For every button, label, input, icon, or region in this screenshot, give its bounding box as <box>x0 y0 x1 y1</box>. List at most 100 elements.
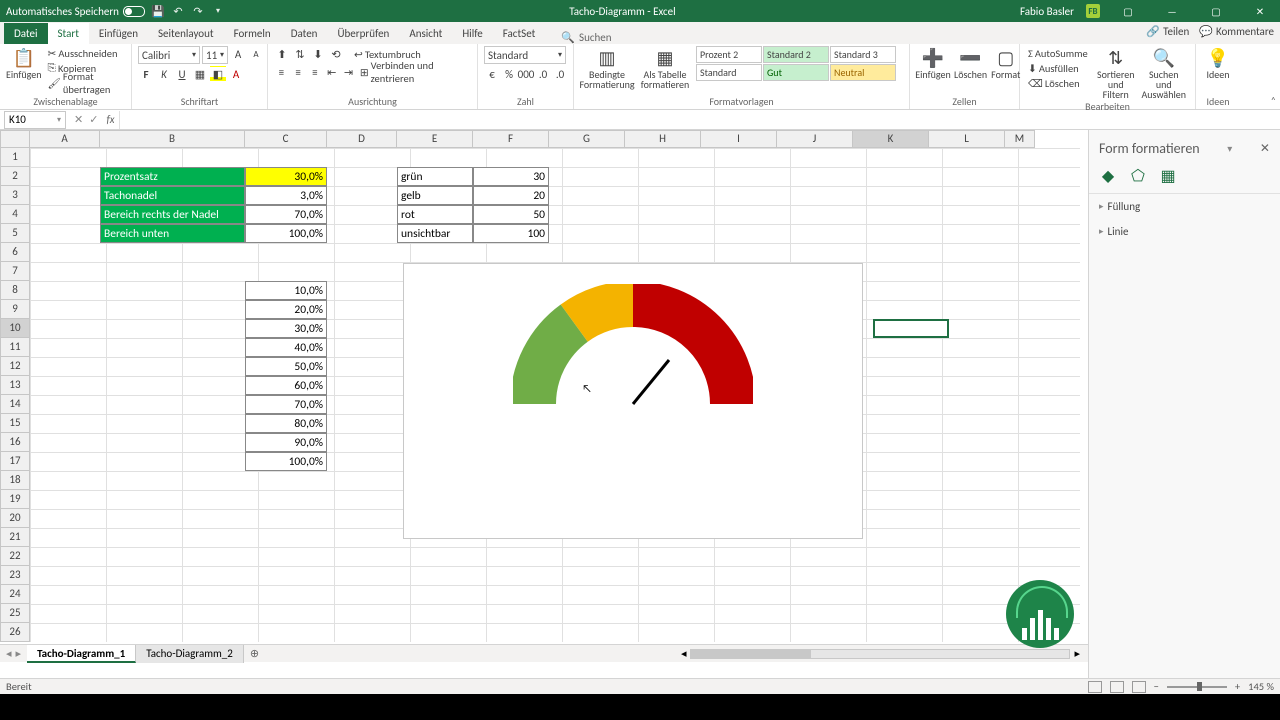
row-header[interactable]: 2 <box>0 167 30 186</box>
tab-seitenlayout[interactable]: Seitenlayout <box>148 23 224 44</box>
cell-label[interactable]: unsichtbar <box>397 224 473 243</box>
minimize-icon[interactable]: — <box>1156 0 1188 22</box>
col-header[interactable]: H <box>625 130 701 148</box>
save-icon[interactable]: 💾 <box>151 4 165 18</box>
sort-filter-button[interactable]: ⇅Sortieren und Filtern <box>1094 46 1138 100</box>
effects-tab-icon[interactable]: ⬠ <box>1129 167 1147 185</box>
add-sheet-button[interactable]: ⊕ <box>244 647 265 660</box>
col-header[interactable]: E <box>397 130 473 148</box>
cancel-formula-icon[interactable]: ✕ <box>74 113 83 126</box>
cell-label[interactable]: rot <box>397 205 473 224</box>
cell-value[interactable]: 3,0% <box>245 186 327 205</box>
row-header[interactable]: 7 <box>0 262 30 281</box>
col-header[interactable]: K <box>853 130 929 148</box>
row-header[interactable]: 15 <box>0 414 30 433</box>
close-icon[interactable]: ✕ <box>1244 0 1276 22</box>
format-as-table-button[interactable]: ▦ Als Tabelle formatieren <box>638 46 692 90</box>
toggle-switch[interactable] <box>123 6 145 17</box>
format-cells-button[interactable]: ▢Format <box>991 46 1020 80</box>
user-avatar[interactable]: FB <box>1086 4 1100 18</box>
col-header[interactable]: A <box>30 130 100 148</box>
tab-start[interactable]: Start <box>48 23 89 44</box>
horizontal-scrollbar[interactable]: ◂ ▸ <box>265 647 1088 660</box>
number-format-dropdown[interactable]: Standard▾ <box>484 46 566 64</box>
col-header[interactable]: F <box>473 130 549 148</box>
row-header[interactable]: 24 <box>0 585 30 604</box>
col-header[interactable]: M <box>1005 130 1035 148</box>
row-header[interactable]: 14 <box>0 395 30 414</box>
zoom-level[interactable]: 145 % <box>1248 680 1274 693</box>
cell-label[interactable]: Bereich unten <box>100 224 245 243</box>
cell-value[interactable]: 80,0% <box>245 414 327 433</box>
qat-more-icon[interactable]: ▾ <box>211 4 225 18</box>
style-standard3[interactable]: Standard 3 <box>830 46 896 63</box>
font-name-dropdown[interactable]: Calibri▾ <box>138 46 200 64</box>
page-break-view-icon[interactable] <box>1132 681 1146 693</box>
cell-value[interactable]: 30,0% <box>245 167 327 186</box>
sheet-tab-2[interactable]: Tacho-Diagramm_2 <box>136 645 244 663</box>
row-header[interactable]: 16 <box>0 433 30 452</box>
normal-view-icon[interactable] <box>1088 681 1102 693</box>
align-top-icon[interactable]: ⬆ <box>274 46 290 62</box>
orientation-icon[interactable]: ⟲ <box>328 46 344 62</box>
row-header[interactable]: 21 <box>0 528 30 547</box>
style-neutral[interactable]: Neutral <box>830 64 896 81</box>
style-gut[interactable]: Gut <box>763 64 829 81</box>
ideas-button[interactable]: 💡Ideen <box>1202 46 1234 80</box>
find-select-button[interactable]: 🔍Suchen und Auswählen <box>1142 46 1186 100</box>
select-all-corner[interactable] <box>0 130 30 148</box>
cell-value[interactable]: 70,0% <box>245 205 327 224</box>
undo-icon[interactable]: ↶ <box>171 4 185 18</box>
row-header[interactable]: 17 <box>0 452 30 471</box>
autosum-button[interactable]: ΣAutoSumme <box>1026 46 1090 60</box>
pane-dropdown-icon[interactable]: ▾ <box>1227 142 1232 155</box>
row-header[interactable]: 4 <box>0 205 30 224</box>
cell-value[interactable]: 30 <box>473 167 549 186</box>
row-header[interactable]: 18 <box>0 471 30 490</box>
row-header[interactable]: 9 <box>0 300 30 319</box>
formula-input[interactable] <box>119 111 1280 129</box>
row-header[interactable]: 19 <box>0 490 30 509</box>
align-bottom-icon[interactable]: ⬇ <box>310 46 326 62</box>
insert-cells-button[interactable]: ➕Einfügen <box>916 46 950 80</box>
tab-formeln[interactable]: Formeln <box>224 23 281 44</box>
scroll-left-icon[interactable]: ◂ <box>681 647 687 660</box>
pane-close-icon[interactable]: ✕ <box>1260 141 1270 156</box>
font-size-dropdown[interactable]: 11▾ <box>202 46 228 64</box>
align-middle-icon[interactable]: ⇅ <box>292 46 308 62</box>
style-standard2[interactable]: Standard 2 <box>763 46 829 63</box>
cell-value[interactable]: 10,0% <box>245 281 327 300</box>
paste-button[interactable]: 📋 Einfügen <box>6 46 42 80</box>
row-header[interactable]: 13 <box>0 376 30 395</box>
row-header[interactable]: 12 <box>0 357 30 376</box>
col-header[interactable]: I <box>701 130 777 148</box>
comments-button[interactable]: 💬 Kommentare <box>1199 25 1274 38</box>
search-box[interactable]: 🔍 Suchen <box>561 31 611 44</box>
tab-ueberpruefen[interactable]: Überprüfen <box>327 23 399 44</box>
row-header[interactable]: 23 <box>0 566 30 585</box>
tab-scroll-first-icon[interactable]: ◂ <box>6 647 12 660</box>
tab-einfuegen[interactable]: Einfügen <box>89 23 148 44</box>
cell-value[interactable]: 100,0% <box>245 224 327 243</box>
indent-dec-icon[interactable]: ⇤ <box>324 64 339 80</box>
tab-hilfe[interactable]: Hilfe <box>452 23 492 44</box>
worksheet[interactable]: A B C D E F G H I J K L M 12345678910111… <box>0 130 1088 678</box>
page-layout-view-icon[interactable] <box>1110 681 1124 693</box>
merge-button[interactable]: ⊞Verbinden und zentrieren <box>358 65 471 79</box>
cell-label[interactable]: grün <box>397 167 473 186</box>
col-header[interactable]: J <box>777 130 853 148</box>
cell-value[interactable]: 100,0% <box>245 452 327 471</box>
share-button[interactable]: 🔗 Teilen <box>1146 25 1189 38</box>
cut-button[interactable]: ✂Ausschneiden <box>46 46 125 60</box>
col-header[interactable]: L <box>929 130 1005 148</box>
dec-decimal-icon[interactable]: .0 <box>552 66 568 82</box>
scrollbar-track[interactable] <box>690 649 1070 659</box>
zoom-slider[interactable] <box>1167 686 1227 688</box>
cell-value[interactable]: 20,0% <box>245 300 327 319</box>
row-header[interactable]: 20 <box>0 509 30 528</box>
tab-factset[interactable]: FactSet <box>493 23 546 44</box>
fill-line-tab-icon[interactable]: ◆ <box>1099 167 1117 185</box>
maximize-icon[interactable]: ▢ <box>1200 0 1232 22</box>
style-prozent2[interactable]: Prozent 2 <box>696 46 762 63</box>
clear-button[interactable]: ⌫Löschen <box>1026 76 1090 90</box>
